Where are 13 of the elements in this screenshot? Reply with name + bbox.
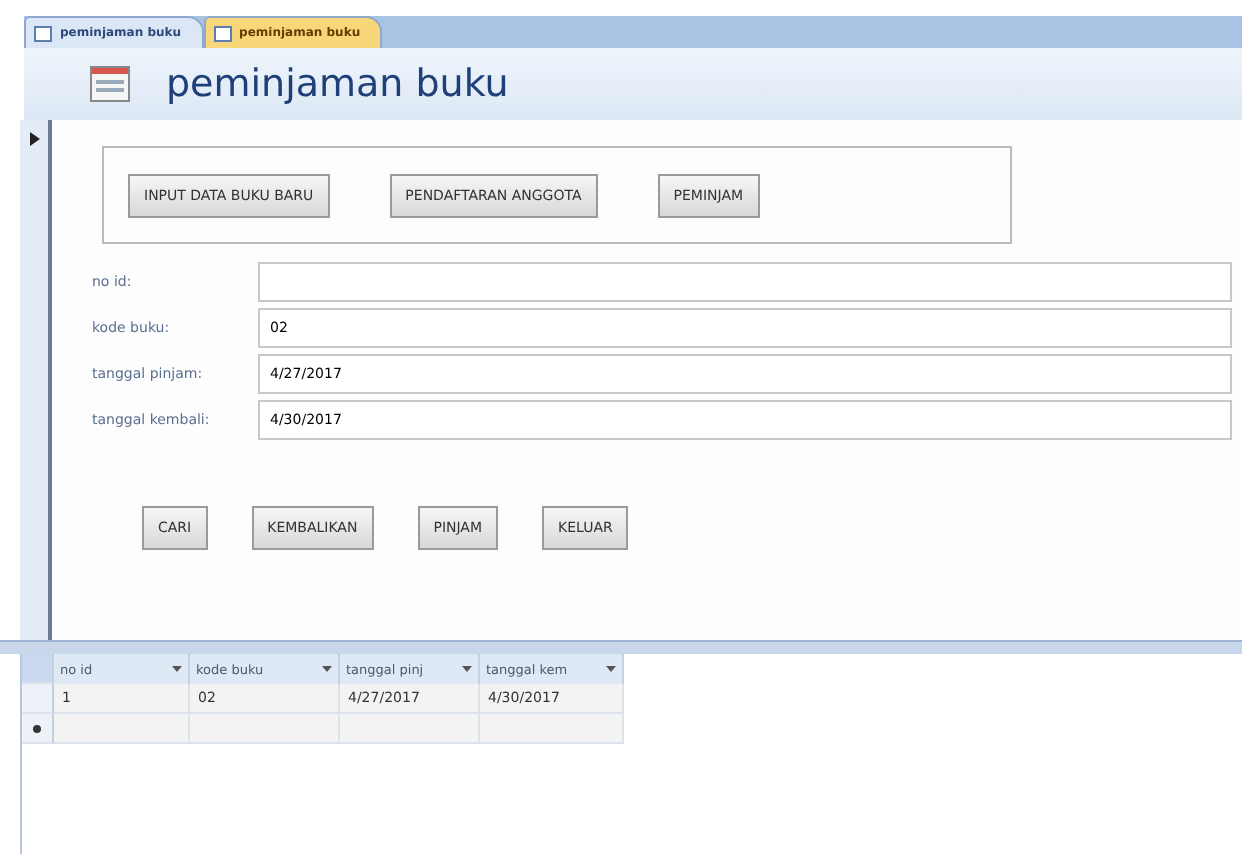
current-record-icon bbox=[29, 132, 39, 146]
record-selector[interactable] bbox=[20, 120, 52, 640]
dropdown-icon[interactable] bbox=[172, 666, 182, 672]
dropdown-icon[interactable] bbox=[606, 666, 616, 672]
row-selector[interactable] bbox=[22, 714, 54, 744]
dropdown-icon[interactable] bbox=[462, 666, 472, 672]
dropdown-icon[interactable] bbox=[322, 666, 332, 672]
input-field[interactable] bbox=[258, 262, 1232, 302]
form-icon bbox=[90, 66, 130, 102]
form-icon bbox=[213, 25, 232, 41]
new-record-icon bbox=[32, 723, 42, 733]
form-title: peminjaman buku bbox=[166, 62, 509, 106]
form-icon bbox=[34, 25, 52, 41]
